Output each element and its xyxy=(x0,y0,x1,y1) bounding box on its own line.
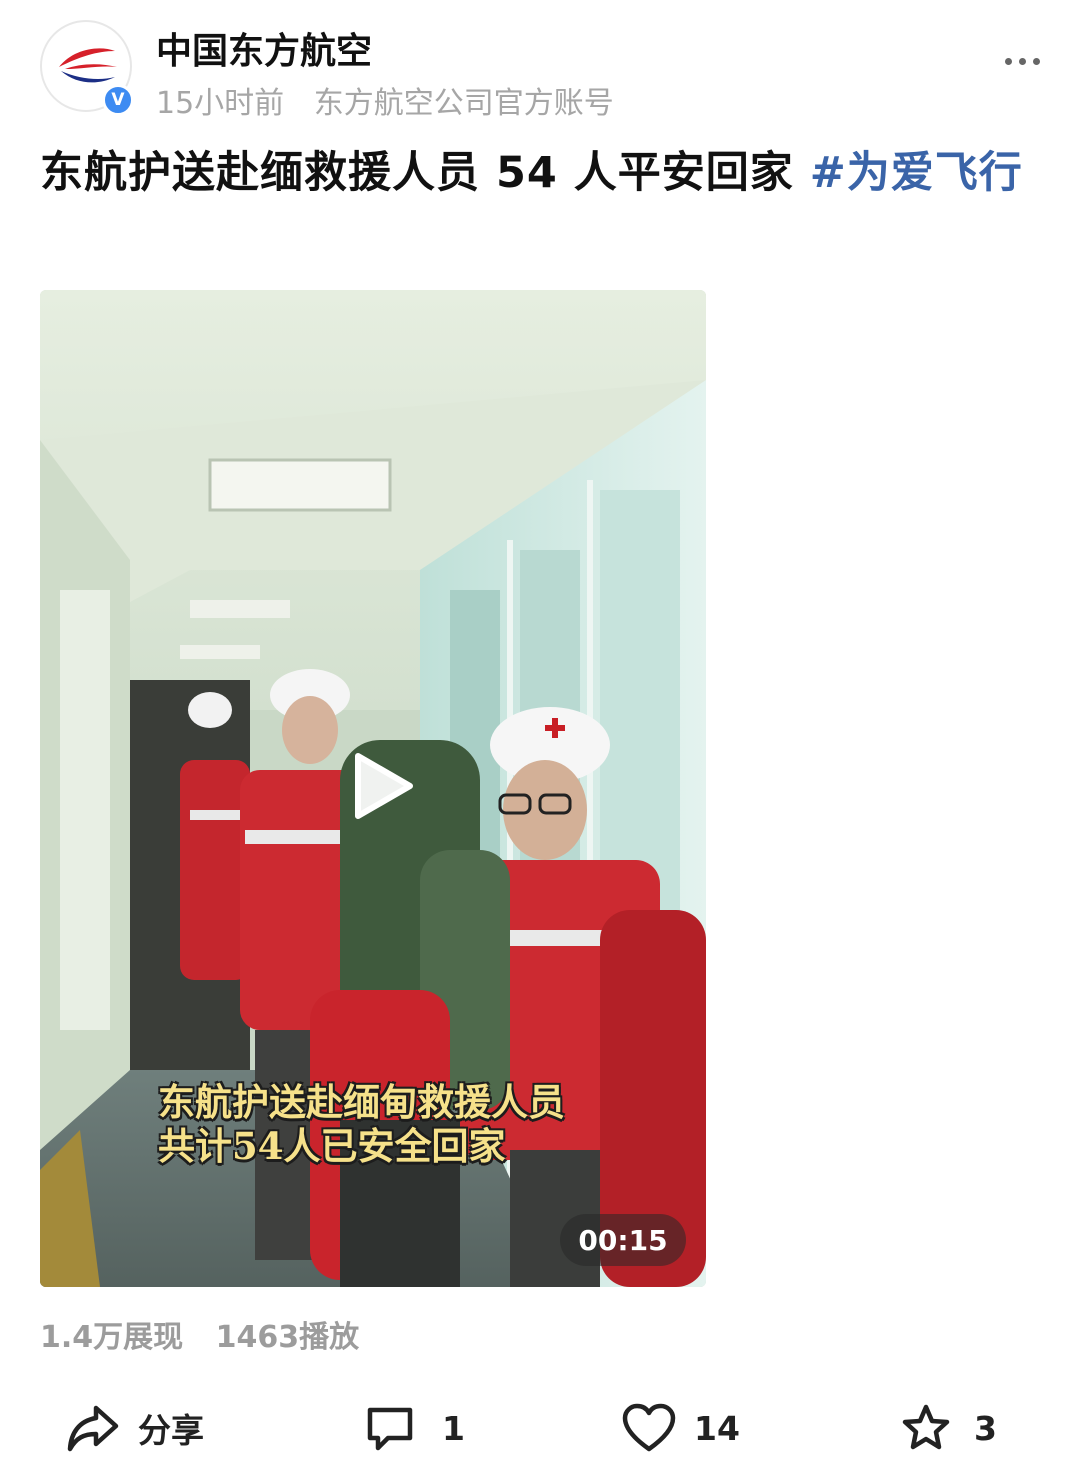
favorite-button[interactable]: 3 xyxy=(900,1388,997,1468)
post-title-text: 东航护送赴缅救援人员 54 人平安回家 xyxy=(40,148,810,198)
video-duration: 00:15 xyxy=(560,1214,686,1266)
favorite-count: 3 xyxy=(974,1408,997,1448)
verified-badge-icon: V xyxy=(102,84,134,116)
post-stats: 1.4万展现 1463播放 xyxy=(40,1312,359,1356)
like-count: 14 xyxy=(694,1408,740,1448)
china-eastern-logo xyxy=(59,48,117,83)
author-name[interactable]: 中国东方航空 xyxy=(156,22,372,74)
share-icon xyxy=(67,1405,119,1452)
action-bar: 分享 1 14 3 xyxy=(0,1388,1080,1468)
post-meta: 15小时前 东方航空公司官方账号 xyxy=(156,78,614,122)
share-label: 分享 xyxy=(138,1411,204,1450)
star-icon xyxy=(902,1404,950,1450)
comment-button[interactable]: 1 xyxy=(364,1388,465,1468)
impressions-count: 1.4万展现 xyxy=(40,1320,184,1355)
plays-count: 1463播放 xyxy=(215,1320,360,1355)
comment-count: 1 xyxy=(442,1408,465,1448)
hashtag-link[interactable]: #为爱飞行 xyxy=(810,148,1023,198)
heart-icon xyxy=(622,1403,676,1452)
video-caption: 东航护送赴缅甸救援人员 共计54人已安全回家 xyxy=(158,1080,565,1168)
like-button[interactable]: 14 xyxy=(622,1388,740,1468)
video-player[interactable]: 东航护送赴缅甸救援人员 共计54人已安全回家 00:15 xyxy=(40,290,706,1287)
post-title: 东航护送赴缅救援人员 54 人平安回家 #为爱飞行 xyxy=(40,138,1040,208)
caption-line-1: 东航护送赴缅甸救援人员 xyxy=(158,1080,565,1124)
more-options-icon[interactable] xyxy=(992,46,1052,76)
post-time: 15小时前 xyxy=(156,86,285,121)
author-description: 东方航空公司官方账号 xyxy=(313,86,614,121)
comment-icon xyxy=(367,1407,413,1451)
caption-line-2: 共计54人已安全回家 xyxy=(158,1124,506,1168)
share-button[interactable]: 分享 xyxy=(66,1388,204,1468)
post-page: V 中国东方航空 15小时前 东方航空公司官方账号 东航护送赴缅救援人员 54 … xyxy=(0,0,1080,1484)
play-icon[interactable] xyxy=(340,748,416,824)
